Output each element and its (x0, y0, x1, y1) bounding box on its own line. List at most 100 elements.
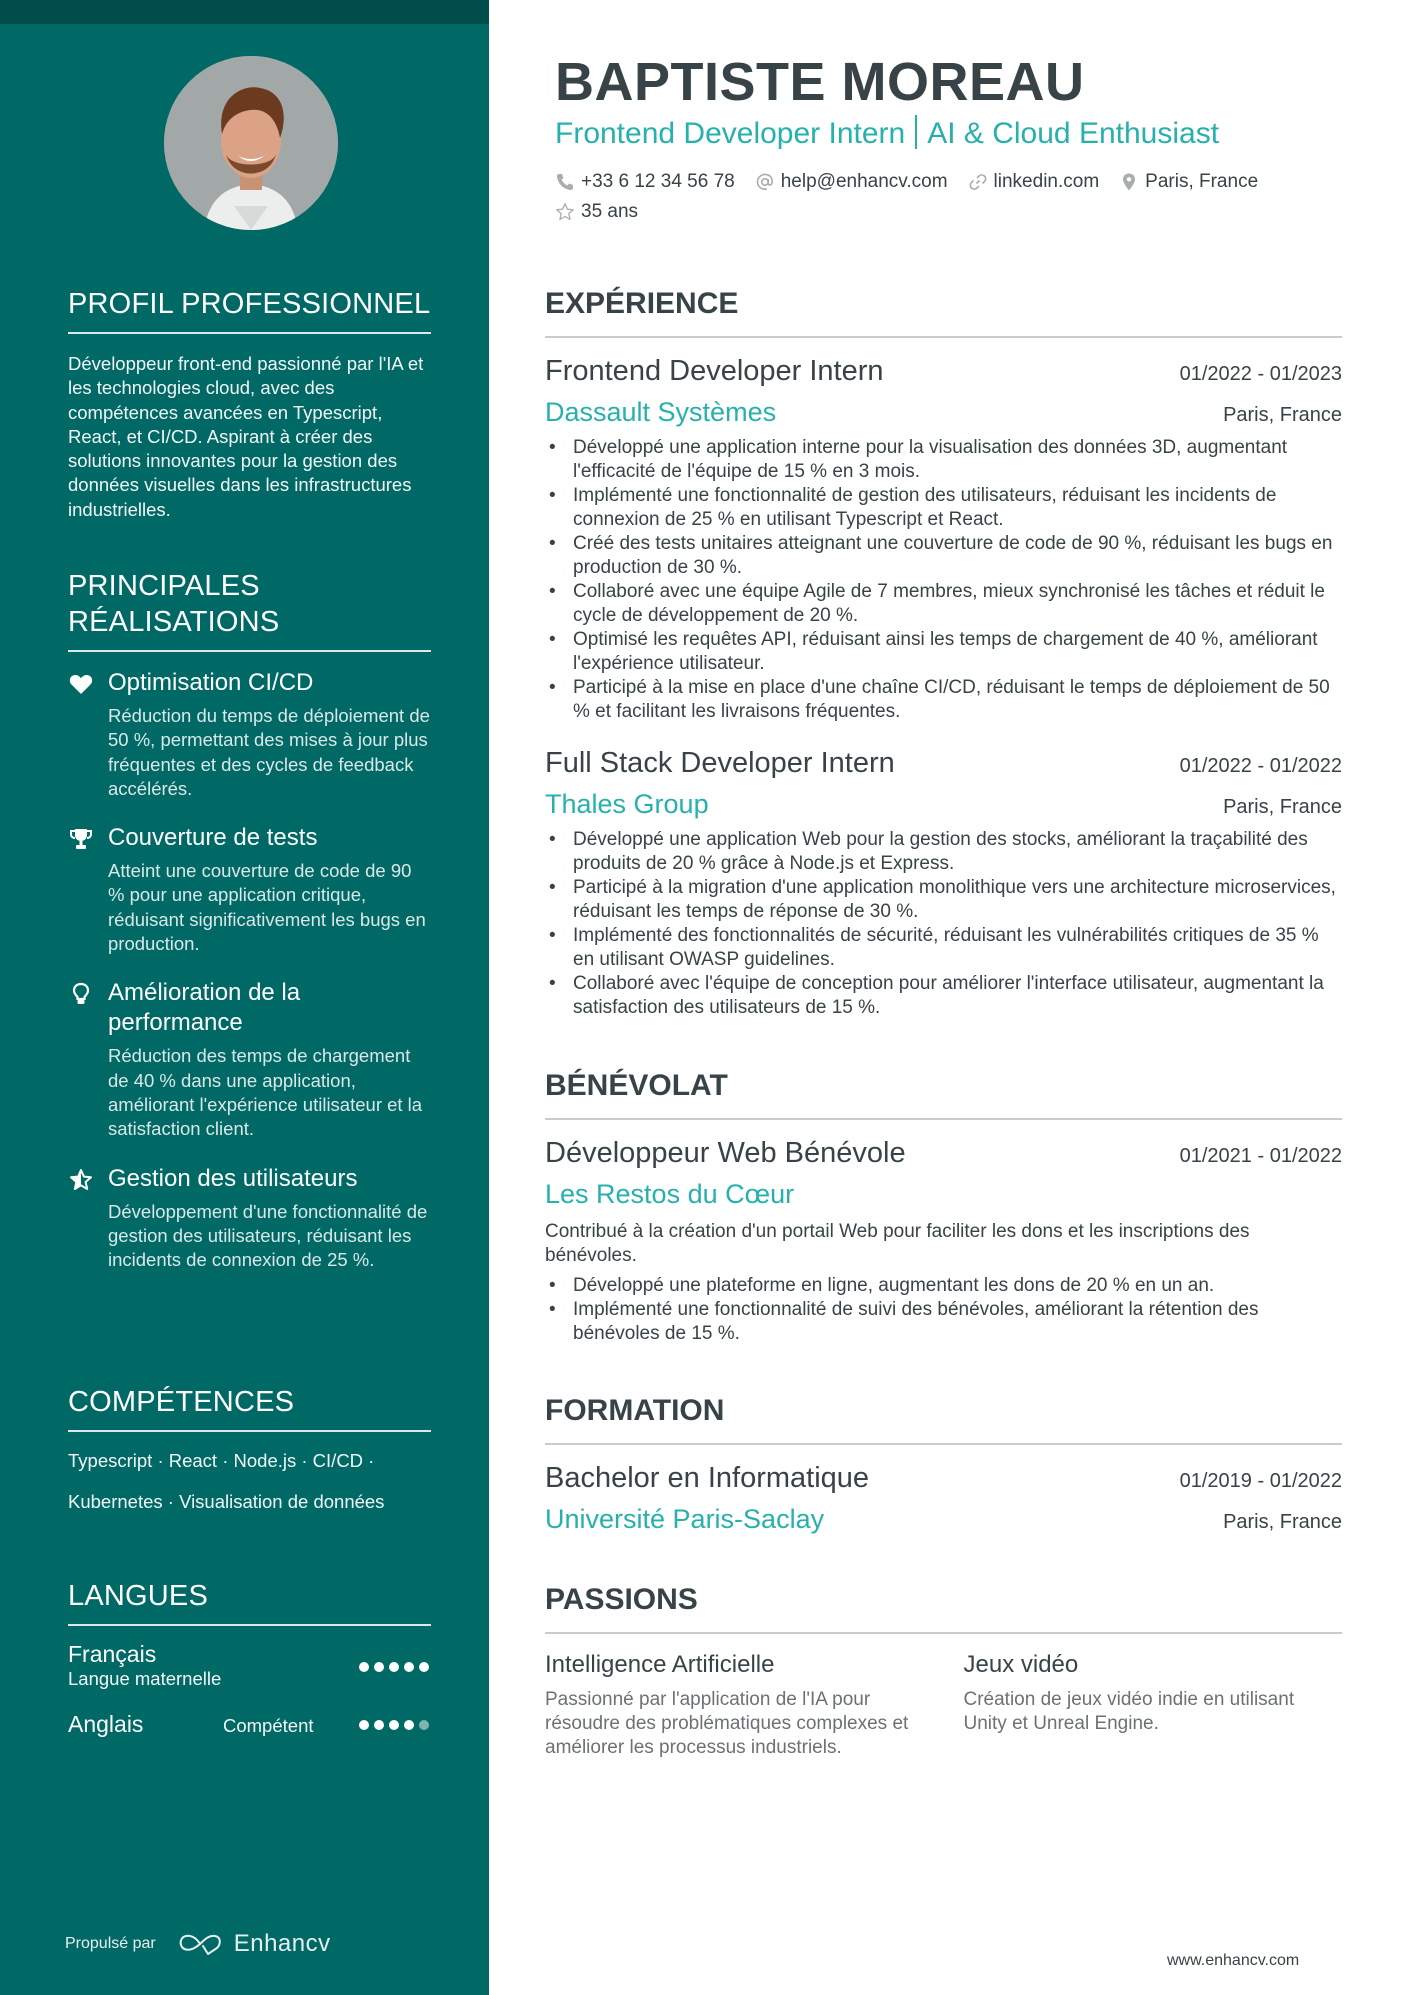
rating-dot-filled (359, 1662, 369, 1672)
language-rating (359, 1720, 429, 1730)
heart-icon (68, 672, 94, 696)
skills-title: COMPÉTENCES (68, 1384, 431, 1432)
email-value: help@enhancv.com (780, 171, 948, 192)
job-location: Paris, France (1223, 404, 1342, 426)
skills-line: Kubernetes · Visualisation de données (68, 1491, 385, 1512)
degree: Bachelor en Informatique (545, 1462, 870, 1494)
education-dates: 01/2019 - 01/2022 (1179, 1470, 1342, 1492)
education-title: FORMATION (545, 1393, 1342, 1445)
contact-list: +33 6 12 34 56 78 help@enhancv.com linke… (555, 170, 1345, 224)
achievement-item: Couverture de tests Atteint une couvertu… (68, 823, 431, 956)
job-dates: 01/2022 - 01/2022 (1179, 755, 1342, 777)
rating-dot-filled (404, 1720, 414, 1730)
enhancv-brand: Enhancv (233, 1930, 331, 1957)
skills-line: Typescript · React · Node.js · CI/CD · (68, 1450, 375, 1471)
contact-link[interactable]: linkedin.com (968, 170, 1100, 194)
headline-focus: AI & Cloud Enthusiast (927, 117, 1220, 150)
bullet-item: Développé une plateforme en ligne, augme… (545, 1274, 1342, 1298)
passion-title: Jeux vidéo (963, 1651, 1079, 1678)
rating-dot-filled (374, 1720, 384, 1730)
profile-title: PROFIL PROFESSIONNEL (68, 286, 431, 334)
volunteer-role: Développeur Web Bénévole (545, 1137, 906, 1169)
avatar-photo (164, 56, 338, 230)
languages-title: LANGUES (68, 1578, 431, 1626)
enhancv-logo-icon (179, 1934, 221, 1955)
passion-title: Intelligence Artificielle (545, 1651, 775, 1678)
volunteer-description: Contribué à la création d'un portail Web… (545, 1221, 1250, 1266)
achievement-item: Amélioration de la performance Réduction… (68, 978, 431, 1141)
bullet-item: Implémenté une fonctionnalité de suivi d… (545, 1298, 1342, 1346)
sidebar-top-band (0, 0, 489, 24)
headline: Frontend Developer Intern AI & Cloud Enth… (555, 115, 1219, 153)
contact-phone[interactable]: +33 6 12 34 56 78 (555, 170, 735, 194)
headline-separator (915, 115, 918, 149)
avatar (164, 56, 338, 230)
bullet-item: Implémenté une fonctionnalité de gestion… (545, 484, 1342, 532)
powered-by: Propulsé par Enhancv (65, 1930, 331, 1958)
link-icon (969, 174, 986, 190)
skills-list: Typescript · React · Node.js · CI/CD · K… (68, 1440, 431, 1522)
contact-location: Paris, France (1119, 170, 1258, 194)
phone-value: +33 6 12 34 56 78 (581, 171, 735, 192)
bullet-item: Développé une application interne pour l… (545, 436, 1342, 484)
education-entry: Bachelor en Informatique 01/2019 - 01/20… (545, 1459, 1342, 1537)
location-value: Paris, France (1145, 171, 1259, 192)
job-bullets: Développé une application Web pour la ge… (545, 828, 1342, 1020)
achievement-desc: Réduction des temps de chargement de 40 … (108, 1045, 423, 1140)
profile-section: PROFIL PROFESSIONNEL Développeur front-e… (68, 286, 431, 522)
volunteer-bullets: Développé une plateforme en ligne, augme… (545, 1274, 1342, 1346)
achievements-section: PRINCIPALES RÉALISATIONS Optimisation CI… (68, 568, 431, 1272)
age-value: 35 ans (581, 201, 639, 222)
bullet-item: Collaboré avec une équipe Agile de 7 mem… (545, 580, 1342, 628)
trophy-icon (68, 827, 94, 851)
profile-text: Développeur front-end passionné par l'IA… (68, 353, 424, 520)
achievement-desc: Atteint une couverture de code de 90 % p… (108, 860, 426, 955)
education-section: FORMATION Bachelor en Informatique 01/20… (545, 1393, 1342, 1537)
experience-entry: Frontend Developer Intern 01/2022 - 01/2… (545, 352, 1342, 724)
bullet-item: Développé une application Web pour la ge… (545, 828, 1342, 876)
job-bullets: Développé une application interne pour l… (545, 436, 1342, 724)
achievement-desc: Développement d'une fonctionnalité de ge… (108, 1200, 428, 1271)
company-name: Thales Group (545, 789, 709, 819)
achievement-item: Gestion des utilisateurs Développement d… (68, 1164, 431, 1273)
language-rating (359, 1662, 429, 1672)
bullet-item: Collaboré avec l'équipe de conception po… (545, 972, 1342, 1020)
job-dates: 01/2022 - 01/2023 (1179, 363, 1342, 385)
contact-email[interactable]: help@enhancv.com (755, 170, 948, 194)
rating-dot-filled (419, 1662, 429, 1672)
lightbulb-icon (68, 982, 94, 1006)
rating-dot-filled (389, 1662, 399, 1672)
candidate-name: BAPTISTE MOREAU (555, 52, 1085, 112)
location-pin-icon (1123, 173, 1136, 191)
bullet-item: Participé à la mise en place d'une chaîn… (545, 676, 1342, 724)
language-item: Anglais Compétent (68, 1710, 431, 1746)
star-icon (556, 203, 574, 221)
achievement-item: Optimisation CI/CD Réduction du temps de… (68, 668, 431, 801)
skills-section: COMPÉTENCES Typescript · React · Node.js… (68, 1384, 431, 1522)
job-title: Frontend Developer Intern (545, 355, 884, 387)
rating-dot-empty (419, 1720, 429, 1730)
passions-title: PASSIONS (545, 1582, 1342, 1634)
contact-age: 35 ans (555, 200, 638, 224)
achievement-title: Optimisation CI/CD (108, 669, 314, 696)
volunteering-section: BÉNÉVOLAT Développeur Web Bénévole 01/20… (545, 1068, 1342, 1346)
languages-section: LANGUES Français Langue maternelle Angla… (68, 1578, 431, 1746)
passion-item: Intelligence Artificielle Passionné par … (545, 1650, 924, 1760)
rating-dot-filled (374, 1662, 384, 1672)
achievements-title-line2: RÉALISATIONS (68, 606, 280, 638)
volunteer-org: Les Restos du Cœur (545, 1179, 795, 1209)
bullet-item: Participé à la migration d'une applicati… (545, 876, 1342, 924)
passions-list: Intelligence Artificielle Passionné par … (545, 1650, 1342, 1760)
job-title: Full Stack Developer Intern (545, 747, 895, 779)
star-half-icon (68, 1168, 94, 1192)
passion-desc: Création de jeux vidéo indie en utilisan… (963, 1689, 1295, 1734)
website-link[interactable]: www.enhancv.com (1167, 1952, 1299, 1970)
experience-section: EXPÉRIENCE Frontend Developer Intern 01/… (545, 286, 1342, 1020)
achievement-title: Couverture de tests (108, 824, 318, 852)
enhancv-logo[interactable]: Enhancv (178, 1930, 331, 1958)
link-value: linkedin.com (993, 171, 1100, 192)
education-location: Paris, France (1223, 1511, 1342, 1533)
at-icon (756, 173, 773, 190)
language-level: Compétent (223, 1715, 314, 1736)
language-item: Français Langue maternelle (68, 1640, 431, 1696)
